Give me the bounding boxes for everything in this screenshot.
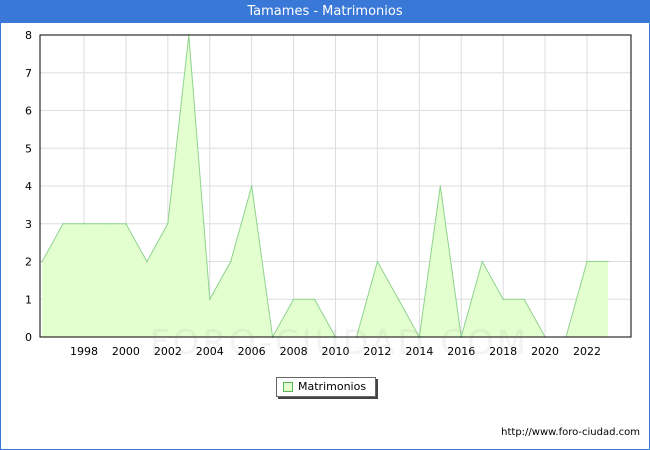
data-point-2015 xyxy=(439,185,442,187)
legend-swatch xyxy=(283,382,293,392)
data-point-2018 xyxy=(502,298,504,301)
y-tick-label: 0 xyxy=(25,331,32,344)
legend: Matrimonios xyxy=(276,377,376,397)
data-point-2005 xyxy=(229,260,232,263)
data-point-2002 xyxy=(167,222,169,225)
data-point-2008 xyxy=(292,298,295,301)
watermark-text: FORO-CIUDAD.COM xyxy=(150,323,530,363)
data-point-1999 xyxy=(104,222,106,225)
data-point-2006 xyxy=(250,185,253,187)
legend-label: Matrimonios xyxy=(298,380,367,393)
data-point-2013 xyxy=(397,298,400,301)
data-point-2001 xyxy=(146,260,148,263)
data-point-1997 xyxy=(62,222,64,225)
data-point-1998 xyxy=(83,222,85,225)
data-point-2012 xyxy=(376,260,379,263)
y-tick-label: 1 xyxy=(25,293,32,306)
y-tick-label: 3 xyxy=(25,218,32,231)
x-tick-label: 1998 xyxy=(70,345,98,358)
y-tick-label: 5 xyxy=(25,142,32,155)
data-point-1996 xyxy=(41,260,43,263)
footer-url: http://www.foro-ciudad.com xyxy=(501,427,640,438)
y-tick-label: 6 xyxy=(25,105,32,118)
data-point-2017 xyxy=(481,260,484,263)
data-point-2004 xyxy=(208,298,211,301)
data-point-2000 xyxy=(125,222,127,225)
y-axis-ticks: 0 1 2 3 4 5 6 7 8 xyxy=(25,29,32,344)
data-point-2009 xyxy=(313,298,316,301)
data-point-2022 xyxy=(586,260,588,263)
x-tick-label: 2022 xyxy=(573,345,601,358)
y-tick-label: 2 xyxy=(25,256,32,269)
y-tick-label: 8 xyxy=(25,29,32,42)
data-point-2023 xyxy=(607,260,609,263)
y-tick-label: 4 xyxy=(25,180,32,193)
data-point-2019 xyxy=(523,298,525,301)
x-tick-label: 2020 xyxy=(531,345,559,358)
x-tick-label: 2000 xyxy=(112,345,140,358)
y-tick-label: 7 xyxy=(25,67,32,80)
